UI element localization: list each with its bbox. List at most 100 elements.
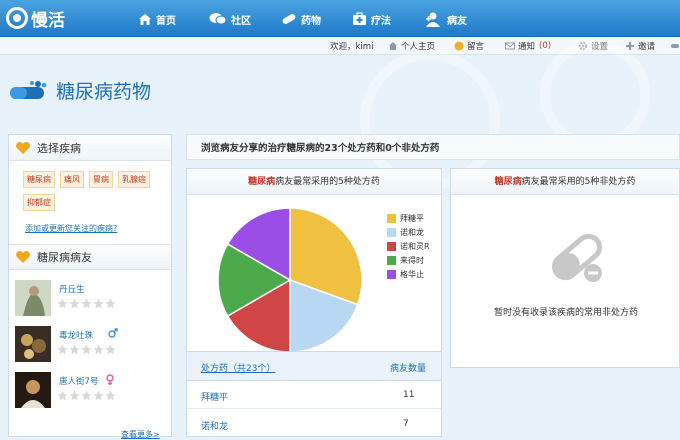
- more-toolbar-icon[interactable]: [670, 40, 680, 52]
- home-icon: [139, 13, 151, 25]
- legend-swatch: [387, 213, 396, 223]
- rx-table-header: 处方药（共23个） 病友数量: [187, 351, 441, 381]
- rx-title-rest: 病友最常采用的5种处方药: [275, 177, 380, 187]
- legend-label: 来得时: [400, 255, 424, 265]
- disease-tag[interactable]: 抑郁症: [23, 194, 55, 211]
- female-icon: [106, 374, 114, 385]
- legend-label: 诺和灵R: [400, 241, 430, 251]
- rx-col-count[interactable]: 病友数量: [390, 361, 426, 374]
- otc-panel-title: 糖尿病病友最常采用的5种非处方药: [451, 169, 679, 195]
- envelope-icon: [505, 42, 515, 50]
- nav-item-home[interactable]: 首页: [138, 9, 176, 29]
- invite-link[interactable]: 邀请: [625, 40, 655, 52]
- legend-swatch: [387, 255, 396, 265]
- nav-item-community[interactable]: 社区: [209, 9, 251, 29]
- legend-label: 拜糖平: [400, 213, 424, 223]
- male-icon: [108, 328, 118, 338]
- disease-tag[interactable]: 痛风: [60, 171, 84, 188]
- star-icon: [69, 390, 80, 401]
- friend-name[interactable]: 唐人街7号: [59, 375, 98, 387]
- nav-label-drugs: 药物: [301, 15, 321, 27]
- nav-item-patients[interactable]: 病友: [425, 9, 467, 29]
- table-row[interactable]: 拜糖平 11: [187, 381, 441, 409]
- avatar[interactable]: [15, 326, 51, 362]
- friend-name[interactable]: 毒龙吐珠: [59, 329, 93, 341]
- summary-banner: 浏览病友分享的治疗糖尿病的23个处方药和0个非处方药: [186, 134, 680, 160]
- pill-small-icon: [671, 44, 679, 48]
- otc-title-disease: 糖尿病: [494, 177, 522, 187]
- legend-swatch: [387, 227, 396, 237]
- table-row[interactable]: 诺和龙 7: [187, 410, 441, 438]
- more-friends-link[interactable]: 查看更多>: [121, 429, 160, 440]
- legend-label: 诺和龙: [400, 227, 424, 237]
- nav-label-community: 社区: [231, 15, 251, 27]
- friends-list: 丹丘生 毒龙吐珠 唐人街7号: [9, 270, 171, 418]
- nav-item-drugs[interactable]: 药物: [281, 9, 321, 29]
- star-icon: [57, 298, 68, 309]
- star-icon: [69, 344, 80, 355]
- star-icon: [93, 390, 104, 401]
- disease-tag[interactable]: 糖尿病: [23, 171, 55, 188]
- otc-title-rest: 病友最常采用的5种非处方药: [521, 177, 636, 187]
- rx-panel-title: 糖尿病病友最常采用的5种处方药: [187, 169, 441, 195]
- legend-swatch: [387, 269, 396, 279]
- drug-count: 11: [403, 390, 415, 400]
- star-icon: [105, 298, 116, 309]
- friend-item[interactable]: 丹丘生: [9, 280, 171, 326]
- friend-name[interactable]: 丹丘生: [59, 283, 85, 295]
- star-icon: [69, 298, 80, 309]
- logo-text: 慢活: [31, 10, 65, 31]
- rx-pie-chart: [217, 207, 363, 353]
- avatar[interactable]: [15, 372, 51, 408]
- welcome-text: 欢迎，kimi: [330, 42, 374, 52]
- rx-col-drug[interactable]: 处方药（共23个）: [201, 361, 275, 374]
- star-icon: [93, 298, 104, 309]
- pill-icon: [282, 14, 296, 24]
- rating-stars: [57, 298, 117, 309]
- medkit-icon: [353, 12, 366, 25]
- message-link[interactable]: 留言: [454, 40, 484, 52]
- star-icon: [57, 390, 68, 401]
- disease-box-header: 选择疾病: [9, 135, 171, 161]
- star-icon: [81, 344, 92, 355]
- add-disease-link[interactable]: 添加或更新您关注的疾病?: [25, 223, 171, 234]
- page-title: 糖尿病药物: [56, 80, 152, 103]
- notify-label: 通知: [518, 42, 536, 52]
- notify-link[interactable]: 通知 (0): [505, 40, 551, 52]
- site-logo[interactable]: 慢活: [6, 6, 65, 31]
- star-icon: [81, 390, 92, 401]
- star-icon: [93, 344, 104, 355]
- chat-icon: [209, 13, 227, 25]
- disease-box-title: 选择疾病: [37, 141, 81, 155]
- legend-swatch: [387, 241, 396, 251]
- invite-label: 邀请: [638, 42, 656, 52]
- friend-item[interactable]: 唐人街7号: [9, 372, 171, 418]
- otc-drug-panel: 糖尿病病友最常采用的5种非处方药 暂时没有收录该疾病的常用非处方药: [450, 168, 680, 368]
- star-icon: [105, 390, 116, 401]
- nav-label-therapy: 疗法: [371, 15, 391, 27]
- legend-item: 来得时: [387, 253, 430, 267]
- friends-box-title: 糖尿病病友: [37, 251, 92, 264]
- drug-count: 7: [403, 419, 409, 429]
- legend-label: 格华止: [400, 269, 424, 279]
- nav-label-patients: 病友: [447, 15, 467, 27]
- capsule-logo-icon: [10, 81, 47, 99]
- drug-name[interactable]: 拜糖平: [201, 390, 228, 403]
- nav-item-therapy[interactable]: 疗法: [352, 9, 391, 29]
- notify-count: (0): [539, 41, 552, 51]
- heart-icon: [16, 251, 30, 263]
- rx-drug-panel: 糖尿病病友最常采用的5种处方药 拜糖平 诺和龙 诺和灵R 来得时 格华止 处方药（共23…: [186, 168, 442, 437]
- friend-item[interactable]: 毒龙吐珠: [9, 326, 171, 372]
- home-small-icon: [389, 42, 397, 50]
- message-bubble-icon: [454, 41, 464, 51]
- empty-state-text: 暂时没有收录该疾病的常用非处方药: [493, 308, 638, 318]
- avatar[interactable]: [15, 280, 51, 316]
- legend-item: 诺和龙: [387, 225, 430, 239]
- disease-tag[interactable]: 胃病: [89, 171, 113, 188]
- disease-tag[interactable]: 乳腺癌: [118, 171, 150, 188]
- drug-name[interactable]: 诺和龙: [201, 419, 228, 432]
- rx-title-disease: 糖尿病: [248, 177, 276, 187]
- legend-item: 拜糖平: [387, 211, 430, 225]
- empty-pill-icon: [552, 233, 602, 282]
- rating-stars: [57, 344, 117, 355]
